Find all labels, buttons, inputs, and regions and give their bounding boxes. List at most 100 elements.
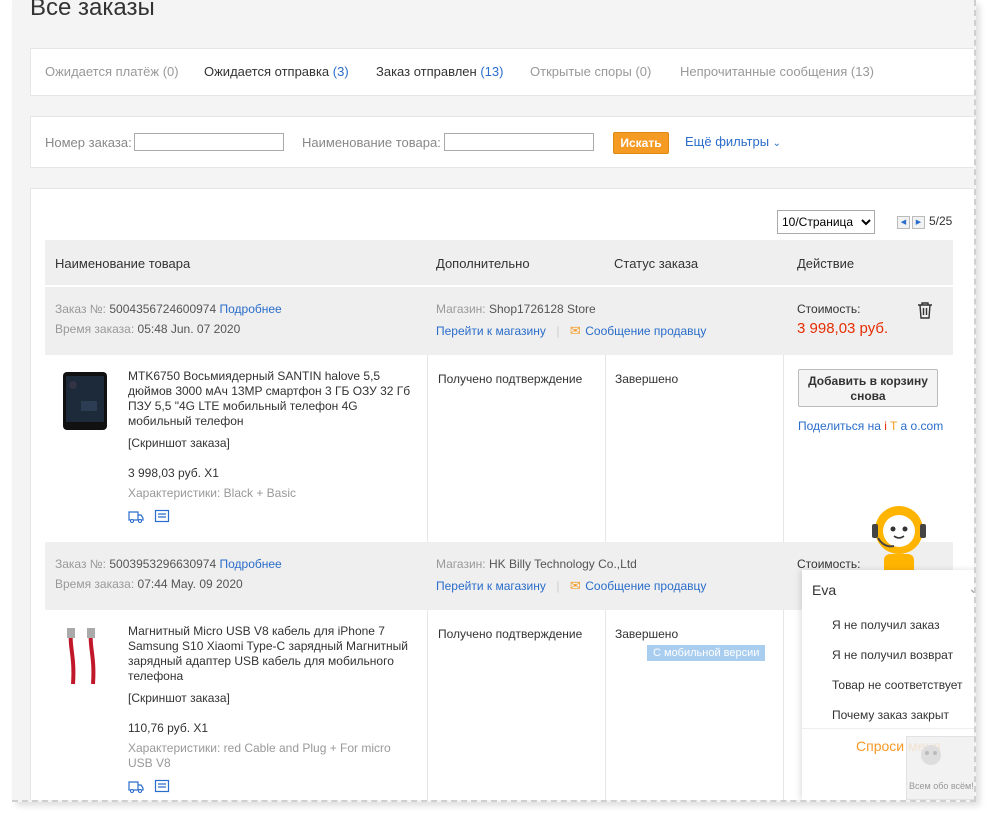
assistant-name: Eva xyxy=(812,582,837,598)
receipt-icon[interactable] xyxy=(154,509,170,523)
order-number-input[interactable] xyxy=(134,133,284,151)
trash-icon[interactable] xyxy=(917,301,933,319)
column-divider xyxy=(783,355,784,542)
page-indicator: 5/25 xyxy=(929,214,953,228)
filter-bar: Номер заказа: Наименование товара: Искат… xyxy=(30,116,974,168)
browser-content: Все заказы Ожидается платёж (0) Ожидаетс… xyxy=(12,0,976,802)
divider xyxy=(802,728,974,729)
order-header: Заказ №: 5004356724600974 Подробнее Врем… xyxy=(45,287,953,355)
order-status: Завершено xyxy=(615,627,679,641)
delivery-truck-icon[interactable] xyxy=(128,779,144,793)
envelope-icon: ✉ xyxy=(569,323,581,338)
delivery-truck-icon[interactable] xyxy=(128,509,144,523)
price-quantity: 110,76 руб. X1 xyxy=(128,721,209,735)
order-number-line: Заказ №: 5004356724600974 Подробнее xyxy=(55,302,282,316)
page-title: Все заказы xyxy=(30,0,155,21)
column-divider xyxy=(427,355,428,542)
message-seller-link[interactable]: Сообщение продавцу xyxy=(585,579,706,593)
store-label: Магазин: xyxy=(436,557,486,571)
go-to-store-link[interactable]: Перейти к магазину xyxy=(436,579,546,593)
add-to-cart-again-button[interactable]: Добавить в корзину снова xyxy=(798,369,938,407)
additional-info: Получено подтверждение xyxy=(438,627,583,641)
cost-label: Стоимость: xyxy=(797,302,861,316)
product-title-link[interactable]: MTK6750 Восьмиядерный SANTIN halove 5,5 … xyxy=(128,369,418,429)
order-details-link[interactable]: Подробнее xyxy=(220,557,282,571)
share-prefix: Поделиться на xyxy=(798,419,881,433)
share-link[interactable]: Поделиться на i T a o.com xyxy=(798,419,943,433)
additional-info: Получено подтверждение xyxy=(438,372,583,386)
order-details-link[interactable]: Подробнее xyxy=(220,302,282,316)
chat-assistant-panel: Eva ⌄ Я не получил заказ Я не получил во… xyxy=(802,570,974,800)
header-status: Статус заказа xyxy=(614,256,699,271)
per-page-select[interactable]: 10/Страница xyxy=(777,210,875,234)
price-quantity: 3 998,03 руб. X1 xyxy=(128,466,219,480)
item-icons xyxy=(128,509,170,528)
order-number-line: Заказ №: 5003953296630974 Подробнее xyxy=(55,557,282,571)
product-name-label: Наименование товара: xyxy=(302,135,441,150)
order-time: 05:48 Jun. 07 2020 xyxy=(137,322,241,336)
receipt-icon[interactable] xyxy=(154,779,170,793)
store-actions: Перейти к магазину | ✉ Сообщение продавц… xyxy=(436,322,706,340)
chat-option[interactable]: Почему заказ закрыт xyxy=(832,708,949,722)
order-time: 07:44 May. 09 2020 xyxy=(137,577,243,591)
order-time-label: Время заказа: xyxy=(55,577,135,591)
assistant-robot-icon[interactable] xyxy=(864,500,934,580)
column-divider xyxy=(783,610,784,800)
go-to-store-link[interactable]: Перейти к магазину xyxy=(436,324,546,338)
tab-label: Непрочитанные сообщения xyxy=(680,64,848,79)
tab-shipped[interactable]: Заказ отправлен (13) xyxy=(376,64,503,79)
tab-label: Открытые споры xyxy=(530,64,632,79)
watermark-text: Всем обо всём! xyxy=(909,781,974,791)
separator: | xyxy=(556,324,560,338)
chevron-down-icon[interactable]: ⌄ xyxy=(968,580,974,597)
tab-count: (13) xyxy=(850,64,875,79)
order-screenshot-link[interactable]: [Скриншот заказа] xyxy=(128,691,230,705)
share-brand-i: i xyxy=(884,419,887,433)
chat-option[interactable]: Я не получил возврат xyxy=(832,648,953,662)
item-icons xyxy=(128,779,170,798)
share-brand-a: a xyxy=(900,419,908,433)
order-tabs: Ожидается платёж (0) Ожидается отправка … xyxy=(30,48,974,96)
next-page-icon[interactable]: ▶ xyxy=(912,216,925,229)
column-divider xyxy=(605,610,606,800)
order-item-row: MTK6750 Восьмиядерный SANTIN halove 5,5 … xyxy=(45,355,953,542)
store-name: Shop1726128 Store xyxy=(488,302,596,316)
chat-option[interactable]: Я не получил заказ xyxy=(832,618,940,632)
more-filters-link[interactable]: Ещё фильтры ⌄ xyxy=(685,134,781,149)
product-image xyxy=(63,372,107,430)
product-title-link[interactable]: Магнитный Micro USB V8 кабель для iPhone… xyxy=(128,624,418,684)
tab-unread-messages[interactable]: Непрочитанные сообщения (13) xyxy=(680,64,874,79)
tab-awaiting-payment[interactable]: Ожидается платёж (0) xyxy=(45,64,179,79)
watermark-logo xyxy=(921,745,941,765)
watermark: Всем обо всём! xyxy=(906,736,974,800)
order-time-line: Время заказа: 07:44 May. 09 2020 xyxy=(55,577,243,591)
order-status: Завершено xyxy=(615,372,679,386)
tab-label: Заказ отправлен xyxy=(376,64,477,79)
tab-label: Ожидается платёж xyxy=(45,64,160,79)
order-time-label: Время заказа: xyxy=(55,322,135,336)
order-number: 5003953296630974 xyxy=(109,557,217,571)
tab-awaiting-shipment[interactable]: Ожидается отправка (3) xyxy=(204,64,349,79)
chat-option[interactable]: Товар не соответствует xyxy=(832,678,962,692)
prev-page-icon[interactable]: ◀ xyxy=(897,216,910,229)
tab-label: Ожидается отправка xyxy=(204,64,330,79)
store-actions: Перейти к магазину | ✉ Сообщение продавц… xyxy=(436,577,706,595)
store-label: Магазин: xyxy=(436,302,486,316)
chevron-down-icon: ⌄ xyxy=(772,138,782,149)
header-product: Наименование товара xyxy=(55,256,191,271)
tab-open-disputes[interactable]: Открытые споры (0) xyxy=(530,64,651,79)
message-seller-link[interactable]: Сообщение продавцу xyxy=(585,324,706,338)
product-image xyxy=(67,628,96,685)
store-line: Магазин: Shop1726128 Store xyxy=(436,302,596,316)
share-brand-t: T xyxy=(890,419,898,433)
product-name-input[interactable] xyxy=(444,133,594,151)
tab-count: (0) xyxy=(162,64,179,79)
order-cost: 3 998,03 руб. xyxy=(797,320,889,337)
search-button[interactable]: Искать xyxy=(613,132,669,154)
table-header: Наименование товара Дополнительно Статус… xyxy=(45,240,953,285)
tab-count: (13) xyxy=(480,64,504,79)
order-screenshot-link[interactable]: [Скриншот заказа] xyxy=(128,436,230,450)
order-number-label: Номер заказа: xyxy=(45,135,132,150)
separator: | xyxy=(556,579,560,593)
tab-count: (0) xyxy=(635,64,652,79)
